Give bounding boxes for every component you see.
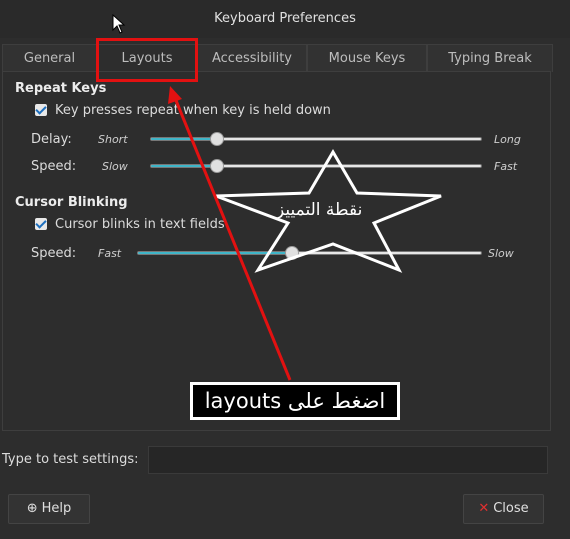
annotation-overlay [168,86,442,381]
annotation-arrow-line [173,97,292,381]
callout-box: اضغط على layouts [190,382,400,420]
star-annotation-text: نقطة التمييز [276,200,363,220]
keyboard-preferences-window: Keyboard Preferences General Layouts Acc… [0,0,570,539]
annotation-arrow-head [168,86,182,104]
